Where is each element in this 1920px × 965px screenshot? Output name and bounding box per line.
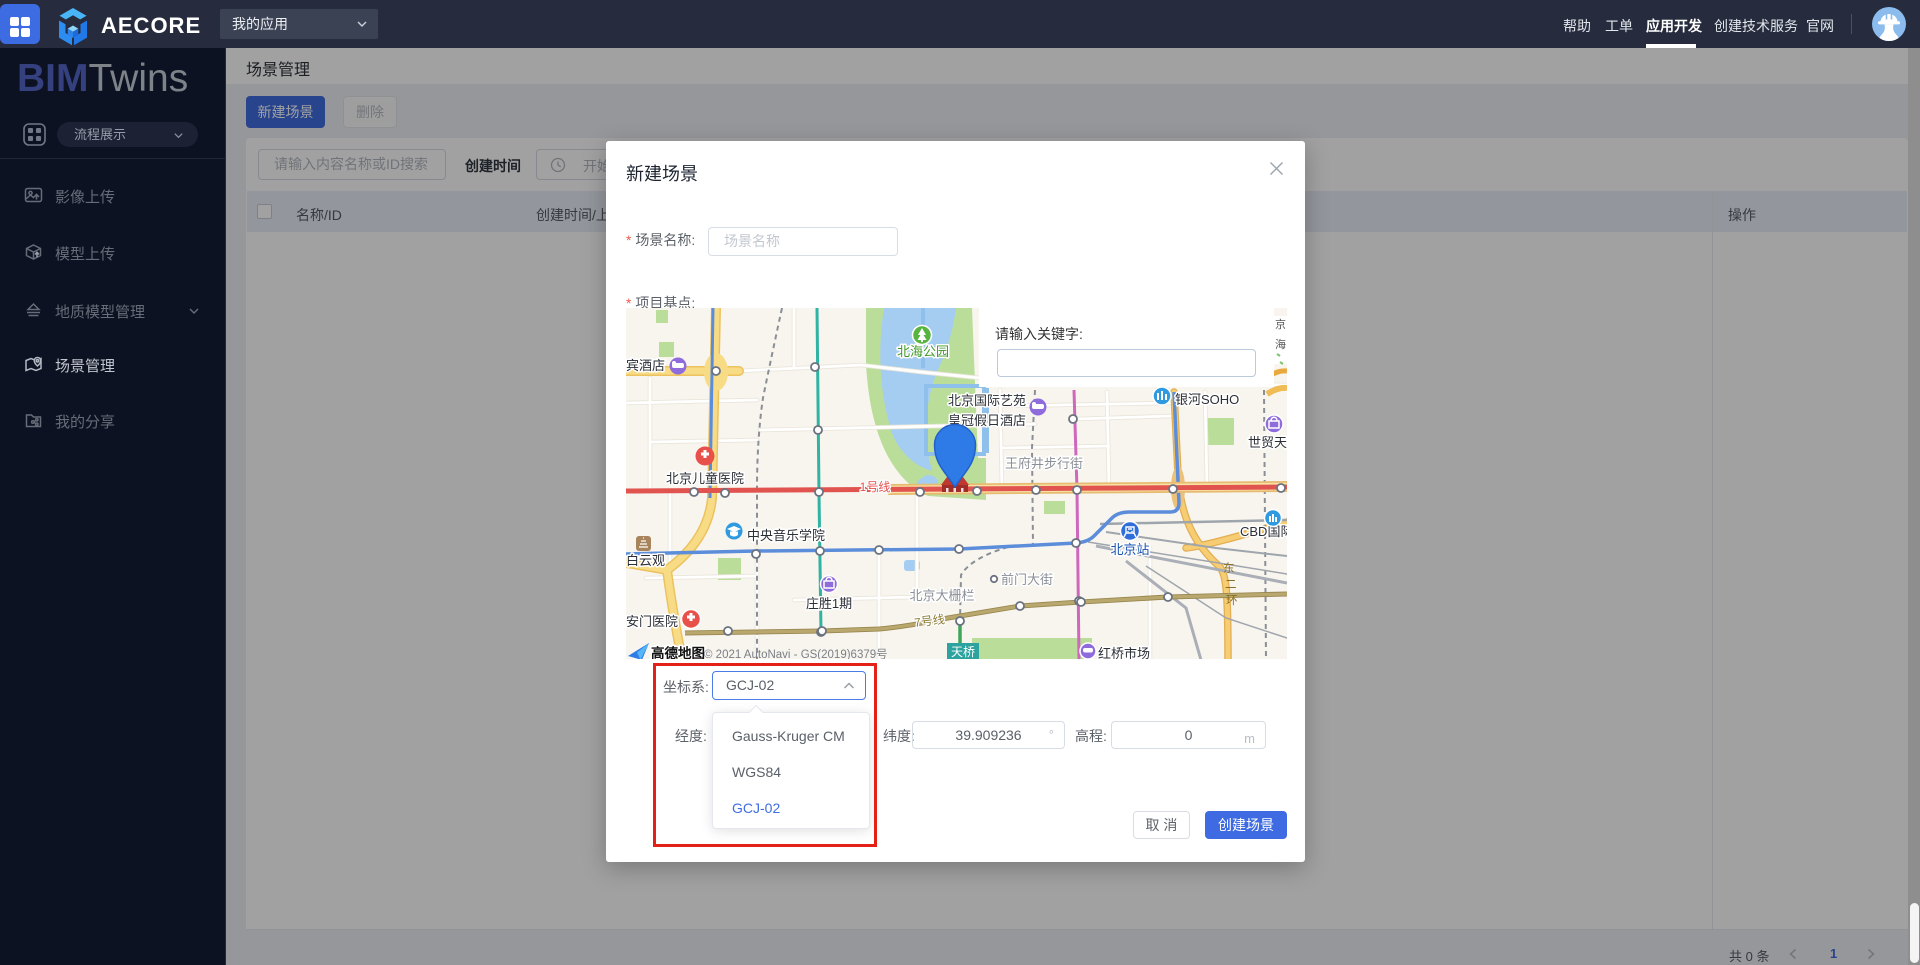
svg-text:海: 海 bbox=[1275, 337, 1286, 351]
svg-text:东: 东 bbox=[1223, 562, 1235, 575]
svg-text:北京大栅栏: 北京大栅栏 bbox=[909, 588, 974, 603]
svg-text:前门大街: 前门大街 bbox=[1001, 572, 1053, 587]
svg-text:红桥市场: 红桥市场 bbox=[1098, 646, 1150, 659]
svg-text:1号线: 1号线 bbox=[860, 480, 891, 494]
svg-text:京: 京 bbox=[1275, 317, 1286, 331]
svg-text:二: 二 bbox=[1225, 579, 1237, 591]
svg-text:© 2021 AutoNavi - GS(2019)6379: © 2021 AutoNavi - GS(2019)6379号 bbox=[704, 648, 888, 659]
svg-text:北京国际艺苑: 北京国际艺苑 bbox=[948, 393, 1026, 408]
svg-text:北海公园: 北海公园 bbox=[897, 344, 949, 359]
svg-text:庄胜1期: 庄胜1期 bbox=[806, 596, 852, 611]
svg-text:高德地图: 高德地图 bbox=[651, 645, 705, 659]
svg-text:世贸天: 世贸天 bbox=[1248, 435, 1287, 450]
svg-text:环: 环 bbox=[1226, 595, 1238, 607]
svg-text:北京儿童医院: 北京儿童医院 bbox=[666, 471, 744, 486]
svg-text:中央音乐学院: 中央音乐学院 bbox=[747, 528, 825, 543]
svg-text:白云观: 白云观 bbox=[626, 553, 665, 568]
svg-text:王府井步行街: 王府井步行街 bbox=[1005, 456, 1083, 471]
svg-text:安门医院: 安门医院 bbox=[626, 614, 678, 629]
svg-text:天桥: 天桥 bbox=[951, 645, 975, 659]
svg-text:北京站: 北京站 bbox=[1110, 542, 1149, 557]
svg-text:银河SOHO: 银河SOHO bbox=[1175, 392, 1239, 407]
svg-text:宾酒店: 宾酒店 bbox=[626, 358, 665, 373]
svg-text:CBD国际: CBD国际 bbox=[1240, 524, 1287, 539]
